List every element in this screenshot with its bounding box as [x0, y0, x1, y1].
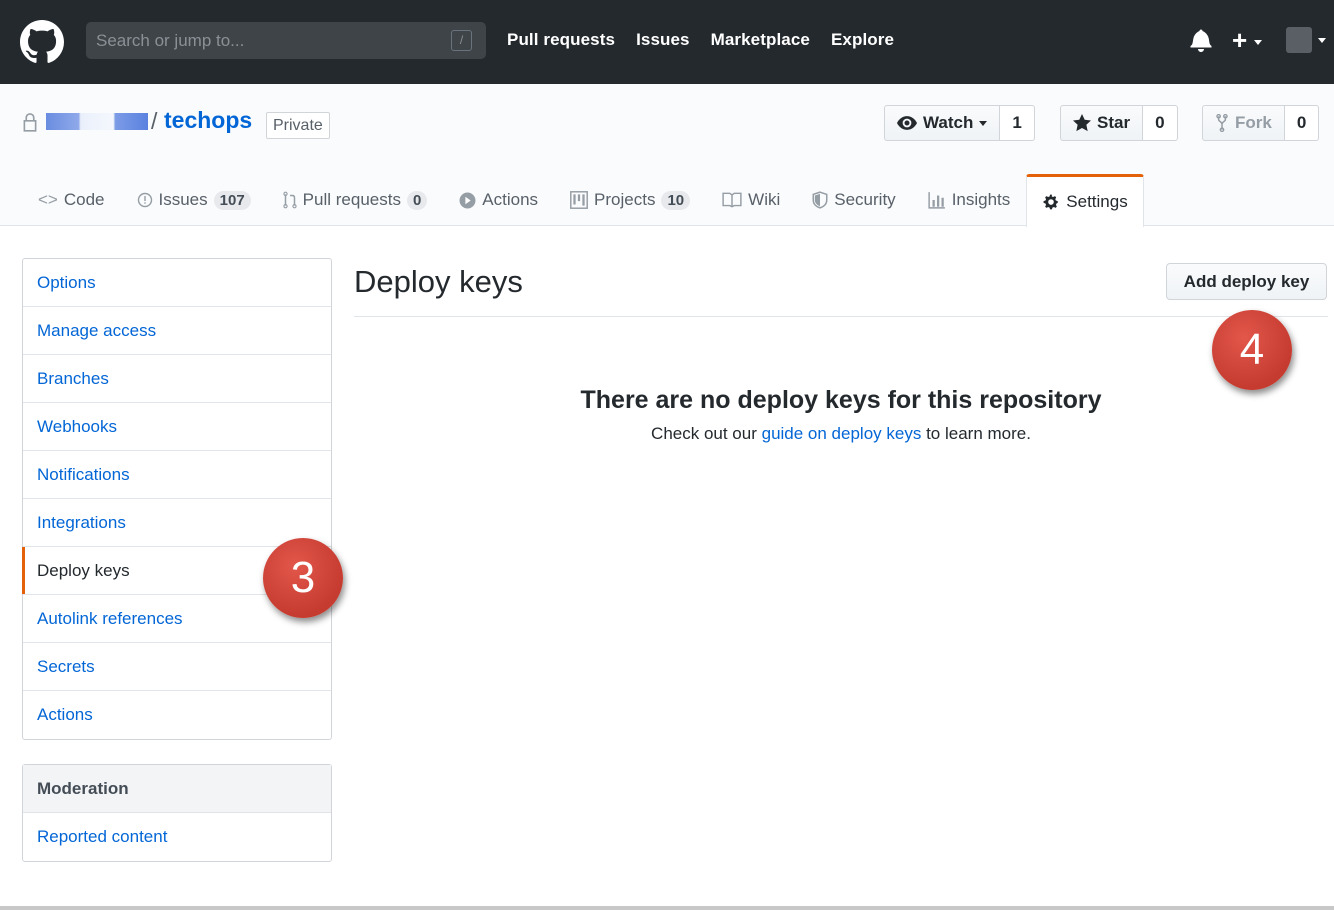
tab-label: Actions [482, 190, 539, 209]
add-deploy-key-button[interactable]: Add deploy key [1166, 263, 1327, 300]
tab-label: Code [63, 190, 105, 209]
tab-label: Wiki [748, 190, 781, 209]
watch-caret-icon [979, 120, 988, 126]
pull-requests-counter: 0 [406, 190, 428, 210]
tab-label: Projects [594, 190, 656, 209]
eye-icon [897, 116, 917, 130]
menu-item-integrations[interactable]: Integrations [23, 499, 331, 547]
shield-icon [812, 191, 828, 209]
projects-counter: 10 [661, 190, 691, 210]
menu-item-notifications[interactable]: Notifications [23, 451, 331, 499]
settings-menu: Options Manage access Branches Webhooks … [22, 258, 332, 740]
tab-label: Issues [158, 190, 208, 209]
global-header: Search or jump to... / Pull requests Iss… [0, 0, 1334, 84]
play-icon [459, 192, 476, 208]
deploy-keys-guide-link[interactable]: guide on deploy keys [762, 424, 922, 443]
fork-count[interactable]: 0 [1284, 105, 1320, 141]
blankslate-title: There are no deploy keys for this reposi… [580, 386, 1102, 414]
tab-pull-requests[interactable]: Pull requests 0 [267, 174, 444, 226]
star-button-group: Star 0 [1060, 105, 1178, 141]
tab-projects[interactable]: Projects 10 [554, 174, 706, 226]
watch-label: Watch [923, 113, 974, 132]
star-button[interactable]: Star [1060, 105, 1144, 141]
nav-pull-requests[interactable]: Pull requests [507, 30, 615, 50]
step-3-callout: 3 [263, 538, 343, 618]
menu-item-branches[interactable]: Branches [23, 355, 331, 403]
star-label: Star [1097, 113, 1131, 132]
github-logo-icon[interactable] [20, 20, 64, 64]
tab-label: Settings [1066, 192, 1128, 211]
title-divider [354, 316, 1328, 317]
code-icon: <> [38, 190, 58, 209]
create-new-plus-icon[interactable]: + [1232, 27, 1263, 53]
global-nav: Pull requests Issues Marketplace Explore [507, 30, 894, 50]
lock-icon [23, 113, 37, 132]
blankslate-text-before: Check out our [651, 424, 762, 443]
tab-actions[interactable]: Actions [443, 174, 554, 226]
menu-item-options[interactable]: Options [23, 259, 331, 307]
gear-icon [1043, 194, 1059, 210]
watch-button-group: Watch 1 [884, 105, 1035, 141]
bell-icon[interactable] [1190, 28, 1212, 52]
nav-marketplace[interactable]: Marketplace [711, 30, 810, 50]
menu-item-actions[interactable]: Actions [23, 691, 331, 739]
tab-label: Insights [951, 190, 1011, 209]
avatar[interactable] [1286, 27, 1312, 53]
fork-icon [1216, 114, 1228, 132]
fork-label: Fork [1235, 113, 1272, 132]
moderation-heading: Moderation [23, 765, 331, 813]
menu-item-manage-access[interactable]: Manage access [23, 307, 331, 355]
tab-label: Pull requests [302, 190, 401, 209]
moderation-menu: Moderation Reported content [22, 764, 332, 862]
fork-button[interactable]: Fork [1202, 105, 1285, 141]
issue-icon [137, 192, 152, 208]
page-title: Deploy keys [354, 264, 523, 299]
owner-name-redacted[interactable] [46, 113, 148, 130]
tab-settings[interactable]: Settings [1026, 174, 1144, 227]
menu-item-webhooks[interactable]: Webhooks [23, 403, 331, 451]
repo-path-separator: / [151, 108, 158, 134]
search-input[interactable]: Search or jump to... / [86, 22, 486, 59]
watch-button[interactable]: Watch [884, 105, 1001, 141]
pull-request-icon [283, 191, 297, 209]
repo-name-link[interactable]: techops [164, 107, 252, 134]
tab-security[interactable]: Security [796, 174, 911, 226]
window-bottom-edge [0, 906, 1334, 910]
visibility-badge: Private [266, 112, 330, 139]
menu-item-secrets[interactable]: Secrets [23, 643, 331, 691]
tab-issues[interactable]: Issues 107 [121, 174, 267, 226]
tab-insights[interactable]: Insights [912, 174, 1027, 226]
project-icon [570, 191, 588, 209]
issues-counter: 107 [213, 190, 251, 210]
menu-item-reported-content[interactable]: Reported content [23, 813, 331, 861]
tab-code[interactable]: <> Code [22, 174, 121, 226]
book-icon [722, 192, 742, 208]
repo-tabs: <> Code Issues 107 Pull requests 0 Actio… [22, 174, 1144, 227]
star-count[interactable]: 0 [1143, 105, 1178, 141]
blankslate-description: Check out our guide on deploy keys to le… [354, 424, 1328, 444]
search-placeholder: Search or jump to... [96, 31, 245, 50]
graph-icon [928, 192, 945, 209]
tab-label: Security [834, 190, 896, 209]
avatar-caret-icon[interactable] [1318, 38, 1326, 43]
fork-button-group: Fork 0 [1202, 105, 1320, 141]
blankslate-text-after: to learn more. [921, 424, 1031, 443]
star-icon [1073, 114, 1091, 132]
nav-issues[interactable]: Issues [636, 30, 690, 50]
nav-explore[interactable]: Explore [831, 30, 894, 50]
repo-header: / techops Private Watch 1 Star 0 Fork 0 … [0, 84, 1334, 227]
step-4-callout: 4 [1212, 310, 1292, 390]
tab-wiki[interactable]: Wiki [706, 174, 796, 226]
search-shortcut-key: / [451, 30, 472, 51]
watch-count[interactable]: 1 [1000, 105, 1035, 141]
